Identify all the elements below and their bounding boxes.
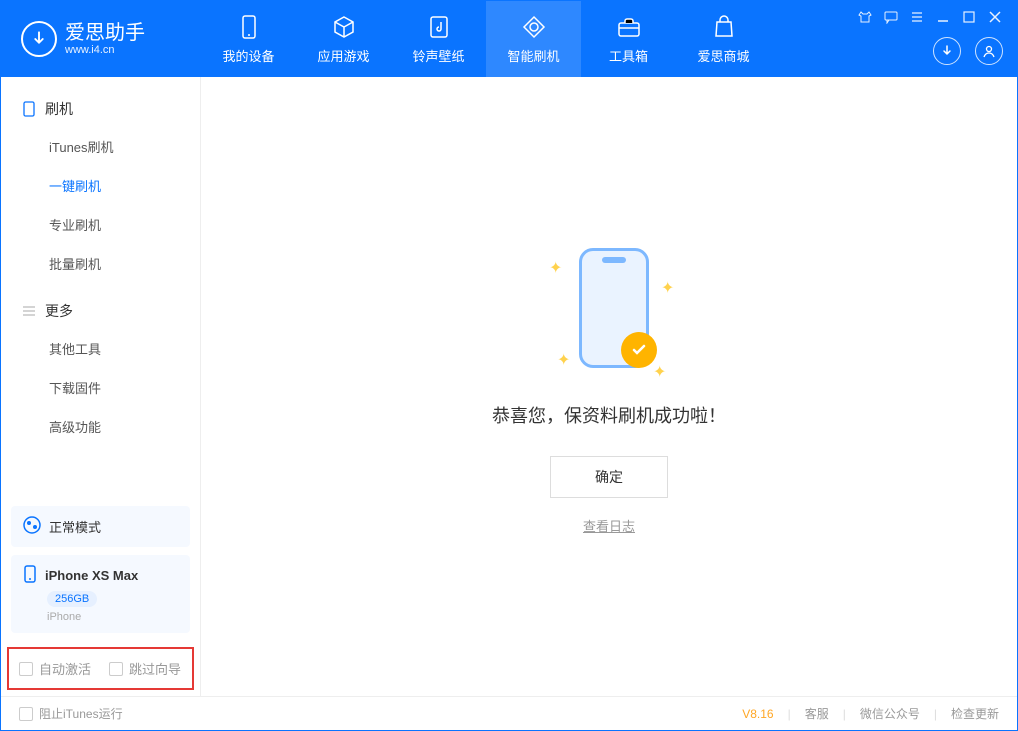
sidebar-item-batch-flash[interactable]: 批量刷机 — [1, 244, 200, 283]
link-check-update[interactable]: 检查更新 — [951, 705, 999, 722]
tab-apps-games[interactable]: 应用游戏 — [296, 1, 391, 77]
phone-icon — [21, 101, 37, 117]
menu-icon[interactable] — [909, 9, 925, 25]
group-title: 刷机 — [45, 99, 73, 119]
version-label: V8.16 — [742, 707, 773, 721]
sparkle-icon: ✦ — [653, 362, 661, 370]
download-button[interactable] — [933, 37, 961, 65]
device-icon — [23, 565, 37, 586]
group-title: 更多 — [45, 301, 73, 321]
bag-icon — [711, 14, 737, 40]
sparkle-icon: ✦ — [557, 350, 565, 358]
cube-icon — [331, 14, 357, 40]
checkbox-block-itunes[interactable]: 阻止iTunes运行 — [19, 705, 123, 722]
success-message: 恭喜您，保资料刷机成功啦！ — [492, 402, 726, 428]
refresh-icon — [521, 14, 547, 40]
device-storage: 256GB — [47, 591, 97, 607]
statusbar: 阻止iTunes运行 V8.16 | 客服 | 微信公众号 | 检查更新 — [1, 696, 1017, 730]
app-logo: 爱思助手 www.i4.cn — [1, 21, 201, 57]
sidebar-item-oneclick-flash[interactable]: 一键刷机 — [1, 166, 200, 205]
main-content: ✦ ✦ ✦ ✦ 恭喜您，保资料刷机成功啦！ 确定 查看日志 — [201, 77, 1017, 696]
close-icon[interactable] — [987, 9, 1003, 25]
music-icon — [426, 14, 452, 40]
user-button[interactable] — [975, 37, 1003, 65]
checkbox-icon — [19, 707, 33, 721]
link-support[interactable]: 客服 — [805, 705, 829, 722]
skin-icon[interactable] — [857, 9, 873, 25]
tab-label: 爱思商城 — [697, 46, 749, 65]
device-icon — [236, 14, 262, 40]
tab-my-device[interactable]: 我的设备 — [201, 1, 296, 77]
feedback-icon[interactable] — [883, 9, 899, 25]
sidebar-group-flash: 刷机 iTunes刷机 一键刷机 专业刷机 批量刷机 — [1, 91, 200, 283]
checkbox-label: 跳过向导 — [129, 659, 181, 678]
mode-label: 正常模式 — [49, 517, 101, 536]
success-check-icon — [621, 332, 657, 368]
minimize-icon[interactable] — [935, 9, 951, 25]
device-card[interactable]: iPhone XS Max 256GB iPhone — [11, 555, 190, 633]
device-name: iPhone XS Max — [45, 568, 138, 583]
sparkle-icon: ✦ — [661, 278, 669, 286]
tab-label: 我的设备 — [222, 46, 274, 65]
tab-label: 智能刷机 — [507, 46, 559, 65]
mode-indicator[interactable]: 正常模式 — [11, 506, 190, 547]
ok-button[interactable]: 确定 — [550, 456, 668, 498]
view-log-link[interactable]: 查看日志 — [583, 516, 635, 535]
checkbox-label: 自动激活 — [39, 659, 91, 678]
sidebar: 刷机 iTunes刷机 一键刷机 专业刷机 批量刷机 更多 其他工具 下载固件 … — [1, 77, 201, 696]
sidebar-item-download-firmware[interactable]: 下载固件 — [1, 368, 200, 407]
tab-store[interactable]: 爱思商城 — [676, 1, 771, 77]
sidebar-group-more: 更多 其他工具 下载固件 高级功能 — [1, 293, 200, 446]
checkbox-skip-guide[interactable]: 跳过向导 — [109, 659, 181, 678]
tab-label: 应用游戏 — [317, 46, 369, 65]
logo-icon — [21, 21, 57, 57]
titlebar: 爱思助手 www.i4.cn 我的设备 应用游戏 铃声壁纸 智能刷机 — [1, 1, 1017, 77]
tab-ringtones-wallpapers[interactable]: 铃声壁纸 — [391, 1, 486, 77]
checkbox-icon — [109, 662, 123, 676]
tab-smart-flash[interactable]: 智能刷机 — [486, 1, 581, 77]
checkbox-icon — [19, 662, 33, 676]
main-tabs: 我的设备 应用游戏 铃声壁纸 智能刷机 工具箱 爱思商城 — [201, 1, 771, 77]
success-illustration: ✦ ✦ ✦ ✦ — [509, 238, 709, 378]
sidebar-item-pro-flash[interactable]: 专业刷机 — [1, 205, 200, 244]
link-wechat[interactable]: 微信公众号 — [860, 705, 920, 722]
sidebar-item-other-tools[interactable]: 其他工具 — [1, 329, 200, 368]
toolbox-icon — [616, 14, 642, 40]
checkbox-label: 阻止iTunes运行 — [39, 705, 123, 722]
tab-toolbox[interactable]: 工具箱 — [581, 1, 676, 77]
list-icon — [21, 303, 37, 319]
maximize-icon[interactable] — [961, 9, 977, 25]
app-name: 爱思助手 — [65, 22, 145, 44]
sparkle-icon: ✦ — [549, 258, 557, 266]
tab-label: 铃声壁纸 — [412, 46, 464, 65]
tab-label: 工具箱 — [609, 46, 648, 65]
checkbox-auto-activate[interactable]: 自动激活 — [19, 659, 91, 678]
mode-icon — [23, 516, 41, 537]
options-row: 自动激活 跳过向导 — [7, 647, 194, 690]
sidebar-item-advanced[interactable]: 高级功能 — [1, 407, 200, 446]
app-domain: www.i4.cn — [65, 44, 145, 56]
device-type: iPhone — [47, 611, 178, 623]
sidebar-item-itunes-flash[interactable]: iTunes刷机 — [1, 127, 200, 166]
